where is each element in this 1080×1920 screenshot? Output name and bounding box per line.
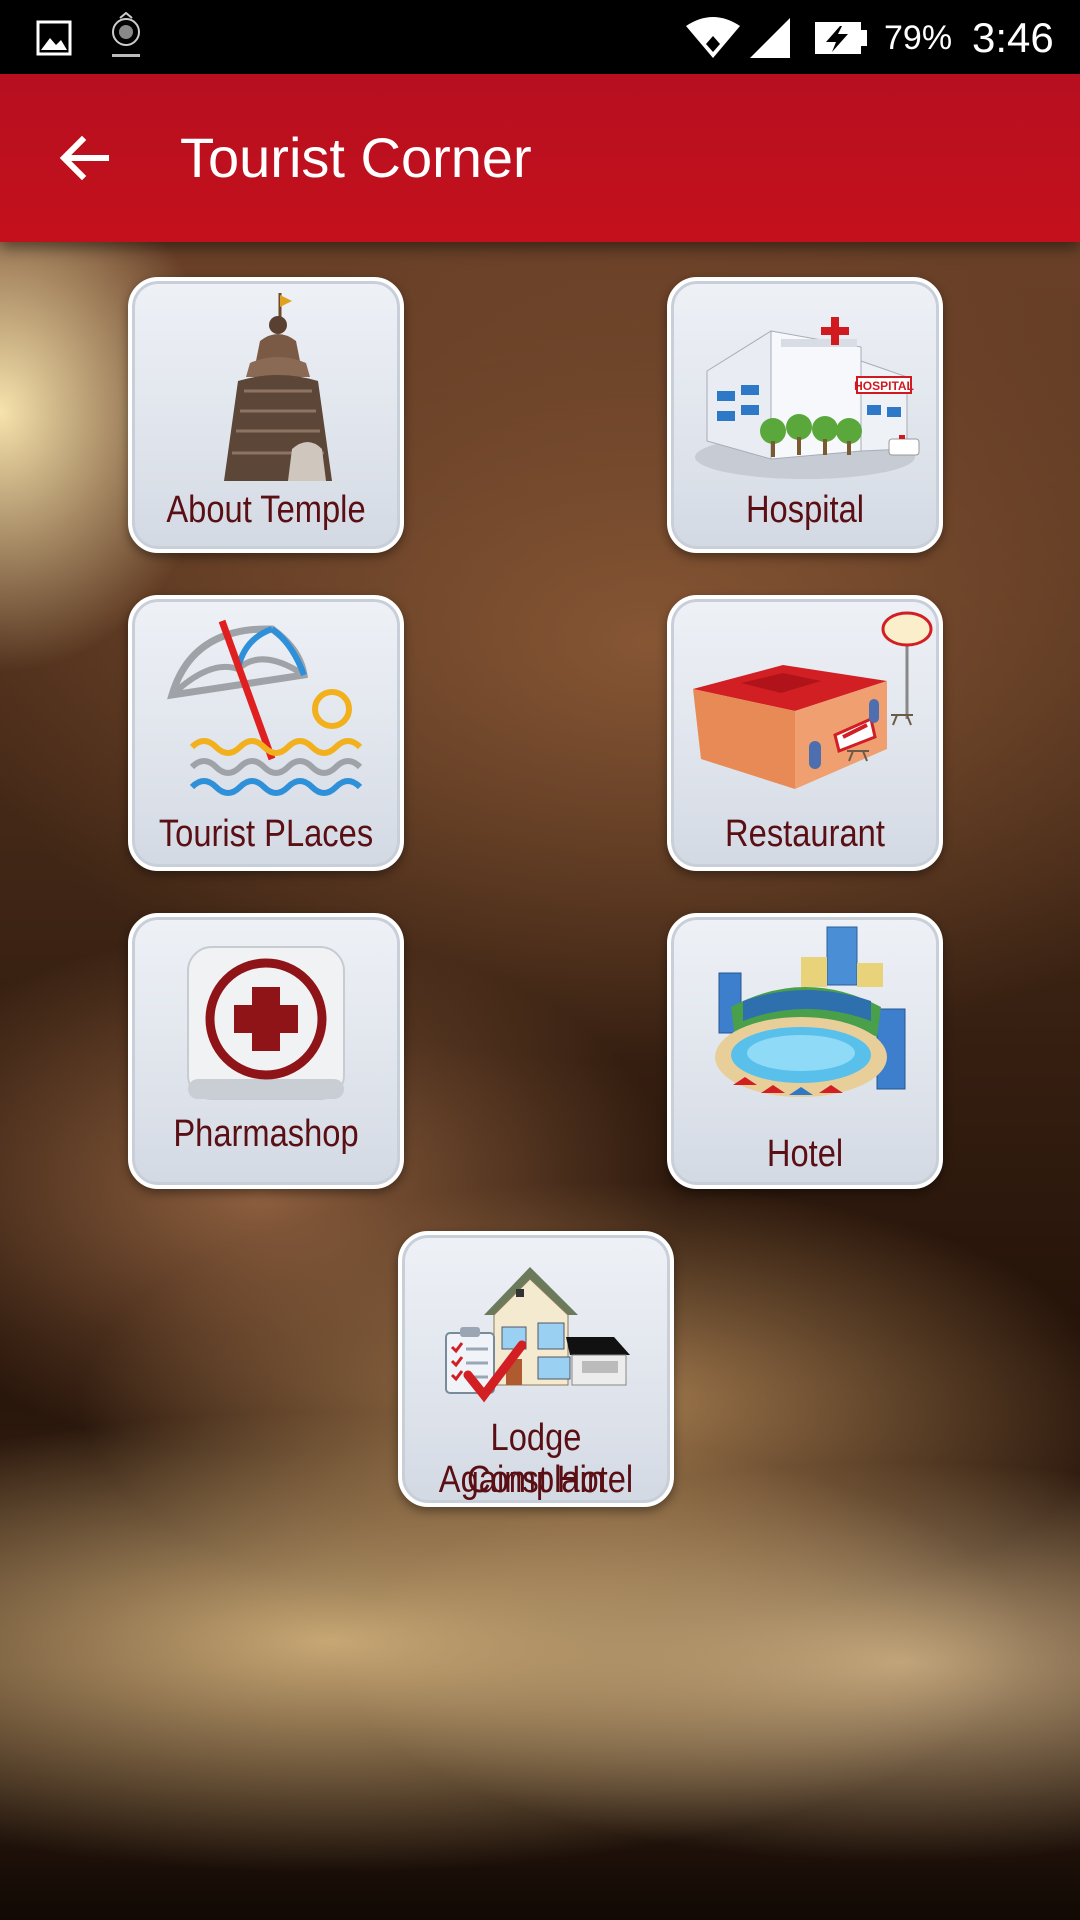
battery-icon	[815, 22, 867, 54]
wifi-icon	[686, 17, 740, 58]
app-bar: Tourist Corner	[0, 74, 1080, 242]
restaurant-button[interactable]: Restaurant	[667, 595, 943, 871]
tourist-places-button[interactable]: Tourist PLaces	[128, 595, 404, 871]
signal-icon	[750, 18, 790, 58]
status-bar: 79% 3:46	[0, 0, 1080, 74]
tile-label-line2: Against Hotel	[438, 1459, 634, 1501]
tile-label: About Temple	[166, 489, 366, 531]
gallery-icon	[36, 20, 72, 56]
tile-label: Restaurant	[725, 813, 885, 855]
tile-label: Hotel	[766, 1133, 844, 1175]
tile-label: Hospital	[745, 489, 865, 531]
tile-label: Tourist PLaces	[158, 813, 374, 855]
pharmashop-button[interactable]: Pharmashop	[128, 913, 404, 1189]
clock: 3:46	[972, 14, 1054, 61]
about-temple-button[interactable]: About Temple	[128, 277, 404, 553]
page-title: Tourist Corner	[180, 126, 532, 189]
arrow-left-icon[interactable]	[52, 124, 120, 192]
svg-text:HOSPITAL: HOSPITAL	[854, 379, 914, 393]
tile-label: Pharmashop	[173, 1113, 359, 1155]
hospital-button[interactable]: HOSPITAL Hospital	[667, 277, 943, 553]
battery-percent: 79%	[884, 19, 953, 57]
hotel-button[interactable]: Hotel	[667, 913, 943, 1189]
lodge-complaint-button[interactable]: Lodge Complain Against Hotel	[398, 1231, 674, 1507]
police-logo-icon	[112, 12, 140, 57]
